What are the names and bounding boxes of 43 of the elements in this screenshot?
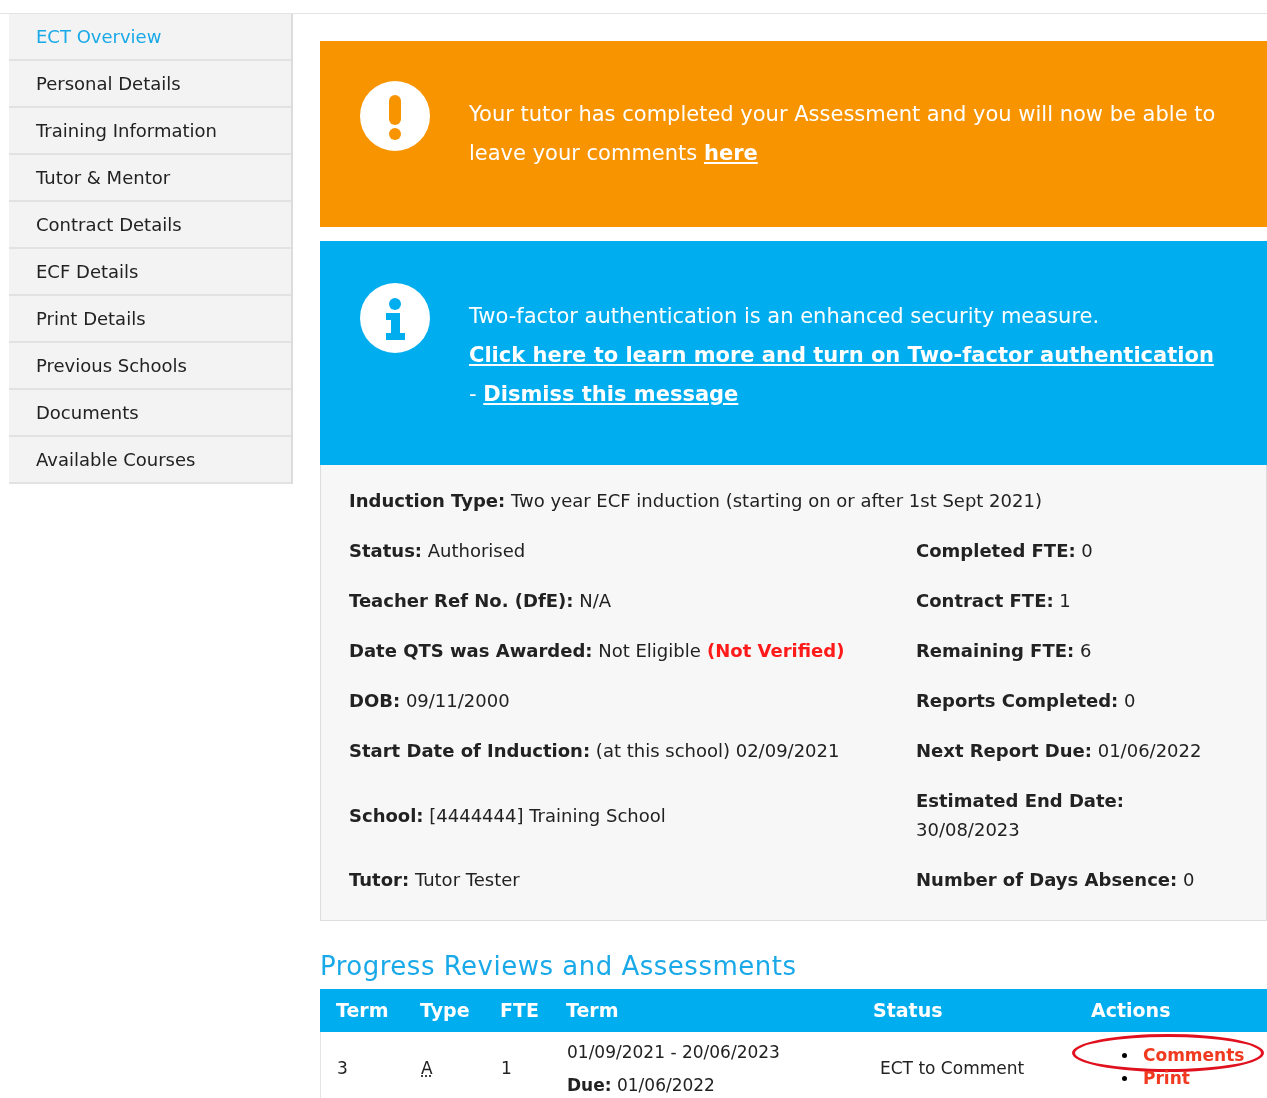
detail-field: Status: Authorised xyxy=(349,537,916,564)
detail-field: School: [4444444] Training School xyxy=(349,801,916,829)
sidebar-item[interactable]: Documents xyxy=(9,390,291,437)
detail-field: Reports Completed: 0 xyxy=(916,686,1216,715)
detail-field: Date QTS was Awarded: Not Eligible (Not Verified) xyxy=(349,637,916,664)
exclamation-icon xyxy=(360,81,430,151)
detail-field: Remaining FTE: 6 xyxy=(916,636,1216,665)
column-header: Term xyxy=(566,998,620,1024)
detail-field: Start Date of Induction: (at this school) 02/09/2021 xyxy=(349,737,916,764)
sidebar-item[interactable]: Contract Details xyxy=(9,202,291,249)
table-cell-text: 1 xyxy=(501,1057,513,1081)
sidebar-item[interactable]: Training Information xyxy=(9,108,291,155)
detail-field: Teacher Ref No. (DfE): N/A xyxy=(349,587,916,614)
detail-field: Estimated End Date: 30/08/2023 xyxy=(916,786,1216,844)
detail-field: Completed FTE: 0 xyxy=(916,536,1216,565)
table-cell-text: 01/09/2021 - 20/06/2023 xyxy=(567,1040,781,1064)
alert-message: Your tutor has completed your Assessment and you will now be able to leave your comments here xyxy=(469,101,1217,167)
sidebar-item[interactable]: ECF Details xyxy=(9,249,291,296)
column-header: Type xyxy=(420,998,471,1024)
type-abbreviation: A xyxy=(421,1058,433,1079)
sidebar-item[interactable]: Tutor & Mentor xyxy=(9,155,291,202)
info-icon xyxy=(360,283,430,353)
detail-field: Next Report Due: 01/06/2022 xyxy=(916,736,1216,765)
sidebar-item[interactable]: Personal Details xyxy=(9,61,291,108)
column-header: Term xyxy=(336,998,390,1024)
detail-field: Induction Type: Two year ECF induction (starting on or after 1st Sept 2021) xyxy=(349,487,1266,515)
table-cell-text: 3 xyxy=(337,1057,349,1081)
column-header: Status xyxy=(873,998,944,1024)
column-header: Actions xyxy=(1091,998,1172,1024)
detail-field: Number of Days Absence: 0 xyxy=(916,865,1216,894)
sidebar-item[interactable]: Available Courses xyxy=(9,437,291,484)
detail-field: DOB: 09/11/2000 xyxy=(349,687,916,714)
alert-message: Two-factor authentication is an enhanced security measure. Click here to learn more and turn on Two-factor authentication - Dismiss this message xyxy=(469,303,1215,408)
section-heading: Progress Reviews and Assessments xyxy=(320,950,798,983)
detail-field: Tutor: Tutor Tester xyxy=(349,866,916,893)
detail-field: Contract FTE: 1 xyxy=(916,586,1216,615)
bullet-icon xyxy=(1122,1076,1127,1081)
due-date: Due: 01/06/2022 xyxy=(567,1074,716,1097)
bullet-icon xyxy=(1122,1053,1127,1058)
column-header: FTE xyxy=(500,998,540,1024)
sidebar-item[interactable]: Print Details xyxy=(9,296,291,343)
sidebar-item[interactable]: Previous Schools xyxy=(9,343,291,390)
table-cell-text: ECT to Comment xyxy=(879,1057,1026,1081)
